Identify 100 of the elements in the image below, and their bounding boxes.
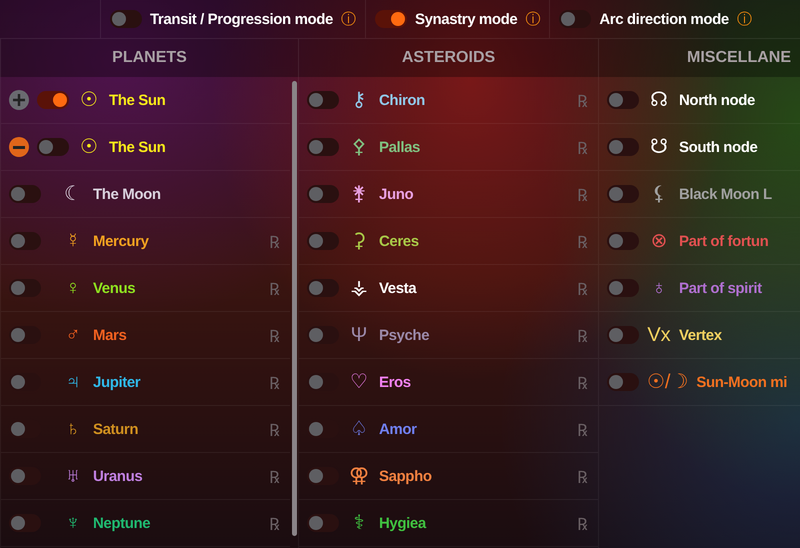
item-name: Ceres [379, 232, 419, 250]
info-icon[interactable]: ⓘ [525, 12, 540, 26]
column-title: ASTEROIDS [402, 49, 496, 67]
toggle-switch[interactable] [37, 91, 69, 109]
toggle-switch[interactable] [307, 326, 339, 344]
item-name: Jupiter [93, 374, 140, 390]
symbol-icon: ♁ [647, 276, 671, 300]
remove-button[interactable] [9, 137, 29, 157]
symbol-icon: ♆ [61, 511, 85, 535]
retrograde-mark: ℞ [269, 278, 280, 300]
item-name: The Sun [109, 92, 166, 108]
add-button[interactable] [9, 90, 29, 110]
symbol-icon: ♡ [347, 370, 371, 394]
retrograde-mark: ℞ [269, 420, 280, 440]
toggle-switch[interactable] [307, 232, 339, 250]
column-title: MISCELLANE [687, 49, 791, 67]
toggle-switch[interactable] [110, 10, 142, 28]
toggle-switch[interactable] [559, 10, 592, 28]
symbol-icon: ⚕ [347, 511, 371, 535]
item-name: The Sun [109, 138, 166, 156]
toggle-switch[interactable] [9, 232, 41, 250]
symbol-icon: ♂ [61, 323, 85, 347]
item-name: Part of spirit [679, 280, 762, 296]
toggle-switch[interactable] [374, 10, 407, 28]
item-name: Mars [93, 326, 126, 344]
item-name: Part of fortun [679, 232, 768, 250]
symbol-icon: ☿ [61, 229, 85, 253]
symbol-icon: ♅ [61, 464, 85, 488]
item-name: Chiron [379, 92, 425, 108]
toggle-switch[interactable] [607, 138, 639, 156]
toggle-switch[interactable] [307, 514, 339, 532]
retrograde-mark: ℞ [577, 184, 588, 206]
symbol-icon: ⚳ [347, 229, 371, 253]
toggle-switch[interactable] [9, 185, 41, 203]
item-name: Saturn [93, 420, 138, 438]
toggle-switch[interactable] [9, 467, 41, 485]
retrograde-mark: ℞ [577, 372, 588, 394]
item-name: Psyche [379, 326, 430, 344]
symbol-icon: ⚢ [347, 464, 371, 488]
retrograde-mark: ℞ [269, 466, 280, 488]
item-name: Black Moon L [679, 186, 772, 202]
item-name: South node [679, 138, 758, 156]
retrograde-mark: ℞ [577, 514, 588, 534]
retrograde-mark: ℞ [577, 90, 588, 112]
toggle-switch[interactable] [607, 185, 639, 203]
retrograde-mark: ℞ [577, 466, 588, 488]
symbol-icon: ☉ [77, 88, 101, 112]
minus-icon [13, 146, 25, 148]
symbol-icon: ⚵ [347, 182, 371, 206]
symbol-icon: ☾ [61, 182, 85, 206]
toggle-switch[interactable] [307, 185, 339, 203]
toggle-switch[interactable] [607, 232, 639, 250]
toggle-switch[interactable] [307, 138, 339, 156]
symbol-icon: ☋ [647, 135, 671, 159]
symbol-icon: ⚶ [347, 276, 371, 300]
plus-icon [13, 94, 25, 106]
mode-label: Transit / Progression mode [150, 10, 333, 28]
item-name: Uranus [93, 468, 142, 484]
item-name: Neptune [93, 514, 150, 532]
toggle-switch[interactable] [607, 91, 639, 109]
item-name: North node [679, 92, 755, 108]
item-name: Vesta [379, 280, 416, 296]
toggle-switch[interactable] [307, 279, 339, 297]
symbol-icon: ☉ [77, 135, 101, 159]
info-icon[interactable]: ⓘ [736, 12, 752, 26]
symbol-icon: ⚷ [347, 88, 371, 112]
item-name: Amor [379, 420, 417, 438]
toggle-switch[interactable] [307, 91, 339, 109]
item-name: The Moon [93, 186, 161, 202]
toggle-switch[interactable] [9, 514, 41, 532]
item-name: Sappho [379, 468, 432, 484]
symbol-icon: ⚸ [647, 182, 671, 206]
item-name: Pallas [379, 138, 420, 156]
toggle-switch[interactable] [307, 467, 339, 485]
item-name: Vertex [679, 326, 722, 344]
retrograde-mark: ℞ [577, 232, 588, 252]
column-title: PLANETS [112, 49, 187, 67]
toggle-switch[interactable] [37, 138, 69, 156]
toggle-switch[interactable] [607, 279, 639, 297]
toggle-switch[interactable] [607, 326, 639, 344]
symbol-icon: ♀ [61, 276, 85, 300]
retrograde-mark: ℞ [269, 326, 280, 346]
toggle-switch[interactable] [607, 373, 639, 391]
symbol-icon: ⚴ [347, 135, 371, 159]
retrograde-mark: ℞ [577, 326, 588, 346]
retrograde-mark: ℞ [269, 514, 280, 534]
retrograde-mark: ℞ [577, 138, 588, 158]
symbol-icon: ♤ [347, 417, 371, 441]
scrollbar[interactable] [292, 81, 296, 536]
item-name: Venus [93, 280, 136, 296]
mode-label: Arc direction mode [599, 10, 729, 28]
item-name: Sun-Moon mi [696, 374, 788, 390]
symbol-icon: ♃ [61, 370, 85, 394]
retrograde-mark: ℞ [577, 278, 588, 300]
toggle-switch[interactable] [9, 326, 41, 344]
info-icon[interactable]: ⓘ [340, 12, 356, 26]
mode-label: Synastry mode [414, 10, 518, 28]
toggle-switch[interactable] [9, 279, 41, 297]
retrograde-mark: ℞ [269, 232, 280, 252]
item-name: Hygiea [379, 514, 426, 532]
